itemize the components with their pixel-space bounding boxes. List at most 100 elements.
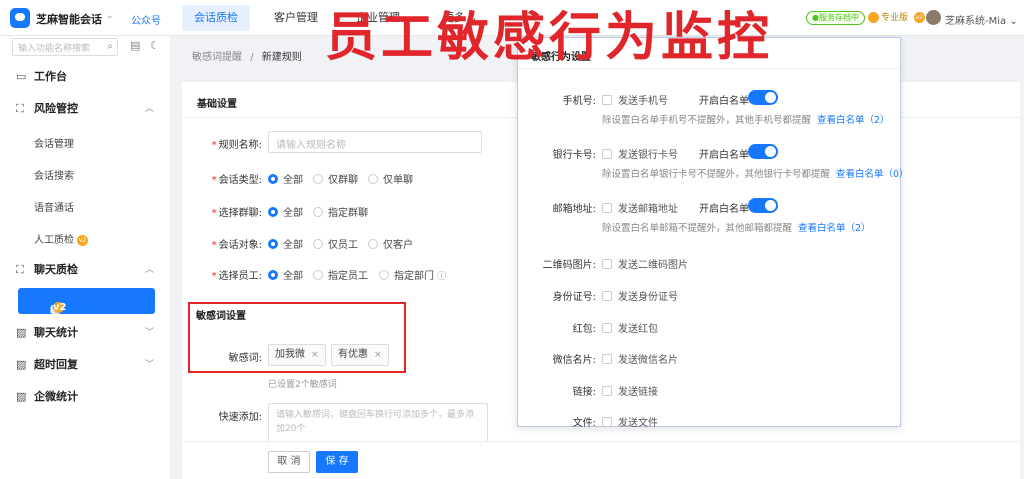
chevron-up-icon: ︿ [145, 265, 155, 275]
radio-employee-specified[interactable]: 指定员工 [313, 267, 368, 282]
qrcode-checkbox[interactable]: 发送二维码图片 [602, 256, 688, 271]
brand-name[interactable]: 芝麻智能会话 [36, 11, 102, 27]
phone-label: 手机号: [562, 96, 596, 107]
sidebar-item-workbench[interactable]: ▭ 工作台 [0, 62, 171, 92]
email-desc: 除设置白名单邮箱不提醒外，其他邮箱都提醒 查看白名单（2） [602, 220, 871, 234]
account-type-link[interactable]: 公众号 [131, 12, 161, 27]
checkbox-icon [602, 259, 612, 269]
sidebar-item-risk[interactable]: ⛶ 风险管控 ︿ [0, 94, 171, 124]
checkbox-icon [602, 386, 612, 396]
sidebar-item-chat-qc[interactable]: ⛶ 聊天质检 ︿ [0, 255, 171, 285]
plan-icon [868, 12, 879, 23]
idcard-checkbox[interactable]: 发送身份证号 [602, 288, 678, 303]
radio-icon [268, 207, 278, 217]
sidebar-sub-session-mgmt[interactable]: 会话管理 [34, 135, 74, 150]
bank-whitelist-label: 开启白名单 [699, 150, 749, 161]
search-input[interactable]: 输入功能名称搜索 ⌕ [12, 38, 118, 56]
checkbox-icon [602, 323, 612, 333]
radio-session-all[interactable]: 全部 [268, 171, 303, 186]
nav-tab-quality[interactable]: 会话质检 [182, 5, 250, 31]
phone-checkbox[interactable]: 发送手机号 [602, 92, 668, 107]
radio-group-specified[interactable]: 指定群聊 [313, 204, 368, 219]
checkbox-icon [602, 354, 612, 364]
email-whitelist-link[interactable]: 查看白名单（2） [798, 223, 871, 234]
checkbox-label: 发送红包 [618, 324, 658, 335]
sensitive-behavior-panel: 敏感行为设置 手机号: 发送手机号 开启白名单 除设置白名单手机号不提醒外，其他… [517, 37, 909, 429]
user-menu[interactable]: 芝麻系统-Mia ⌄ [945, 12, 1018, 27]
session-type-label-text: 会话类型: [218, 175, 262, 186]
radio-target-customer[interactable]: 仅客户 [368, 236, 413, 251]
radio-session-group[interactable]: 仅群聊 [313, 171, 358, 186]
phone-desc: 除设置白名单手机号不提醒外，其他手机号都提醒 查看白名单（2） [602, 112, 890, 126]
checkbox-label: 发送手机号 [618, 96, 668, 107]
close-icon[interactable]: × [311, 350, 319, 360]
bank-whitelist-toggle[interactable] [748, 144, 778, 159]
calendar-icon[interactable]: ▤ [130, 39, 140, 52]
sidebar: 输入功能名称搜索 ⌕ ▤ ☾ ▭ 工作台 ⛶ 风险管控 ︿ 会话管理 会话搜索 … [0, 36, 171, 479]
search-placeholder: 输入功能名称搜索 [18, 44, 91, 54]
radio-label: 全部 [283, 271, 303, 282]
target-label: * 会话对象: [211, 240, 262, 251]
clock-icon: ▨ [16, 358, 27, 371]
breadcrumb-sep: / [250, 52, 254, 63]
radio-group-all[interactable]: 全部 [268, 204, 303, 219]
breadcrumb-parent[interactable]: 敏感词提醒 [192, 52, 242, 63]
radio-session-single[interactable]: 仅单聊 [368, 171, 413, 186]
radio-icon [313, 207, 323, 217]
bank-desc: 除设置白名单银行卡号不提醒外，其他银行卡号都提醒 查看白名单（0） [602, 166, 909, 180]
moon-icon[interactable]: ☾ [150, 39, 160, 52]
checkbox-icon [602, 203, 612, 213]
chevron-down-icon[interactable]: ⌄ [106, 11, 114, 21]
sidebar-item-timeout[interactable]: ▨ 超时回复 ﹀ [0, 350, 171, 380]
chevron-down-icon: ﹀ [145, 360, 155, 370]
sidebar-sub-session-search[interactable]: 会话搜索 [34, 167, 74, 182]
nav-tab-customers[interactable]: 客户管理 [262, 5, 330, 31]
rule-name-input[interactable]: 请输入规则名称 [268, 131, 482, 153]
radio-target-all[interactable]: 全部 [268, 236, 303, 251]
plan-badge: 专业版 v2 [868, 10, 925, 23]
close-icon[interactable]: × [374, 350, 382, 360]
search-icon[interactable]: ⌕ [107, 41, 113, 52]
chart-icon: ▨ [16, 390, 27, 403]
radio-employee-dept[interactable]: 指定部门 ⓘ [379, 267, 446, 282]
sidebar-sub-voice-call[interactable]: 语音通话 [34, 199, 74, 214]
checkbox-label: 发送银行卡号 [618, 150, 678, 161]
link-checkbox[interactable]: 发送链接 [602, 383, 658, 398]
wechat-card-checkbox[interactable]: 发送微信名片 [602, 351, 678, 366]
sidebar-item-label: 企微统计 [34, 390, 78, 403]
checkbox-icon [602, 291, 612, 301]
sidebar-sub-manual-qc[interactable]: 人工质检 v2 [34, 231, 88, 246]
file-label: 文件: [572, 418, 596, 429]
rule-name-label-text: 规则名称: [218, 140, 262, 151]
quick-add-textarea[interactable]: 请输入敏感词，键盘回车换行可添加多个，最多添加20个 [268, 403, 488, 443]
bank-whitelist-link[interactable]: 查看白名单（0） [836, 169, 909, 180]
save-button[interactable]: 保 存 [316, 451, 358, 473]
bank-checkbox[interactable]: 发送银行卡号 [602, 146, 678, 161]
status-badge: ●服务存档中 [806, 11, 865, 25]
help-icon[interactable]: ⓘ [437, 272, 446, 282]
v2-badge: v2 [77, 234, 88, 246]
scan-icon: ⛶ [16, 102, 24, 115]
email-whitelist-toggle[interactable] [748, 198, 778, 213]
file-checkbox[interactable]: 发送文件 [602, 414, 658, 429]
phone-whitelist-toggle[interactable] [748, 90, 778, 105]
radio-icon [268, 270, 278, 280]
redpacket-checkbox[interactable]: 发送红包 [602, 320, 658, 335]
radio-employee-all[interactable]: 全部 [268, 267, 303, 282]
sidebar-item-chat-stats[interactable]: ▨ 聊天统计 ﹀ [0, 318, 171, 348]
phone-whitelist-link[interactable]: 查看白名单（2） [817, 115, 890, 126]
email-checkbox[interactable]: 发送邮箱地址 [602, 200, 678, 215]
avatar[interactable] [926, 10, 941, 25]
cancel-button[interactable]: 取 消 [268, 451, 310, 473]
sensitive-settings-title: 敏感词设置 [196, 311, 246, 322]
tag-label: 有优惠 [338, 349, 368, 360]
sidebar-sub-sensitive-words[interactable]: 敏感词提醒v2 [18, 288, 155, 377]
radio-icon [379, 270, 389, 280]
desc-text: 除设置白名单邮箱不提醒外，其他邮箱都提醒 [602, 223, 793, 234]
radio-label: 仅员工 [328, 240, 358, 251]
radio-target-staff[interactable]: 仅员工 [313, 236, 358, 251]
radio-icon [268, 174, 278, 184]
sidebar-item-label: 工作台 [34, 70, 67, 83]
sidebar-item-wecom-stats[interactable]: ▨ 企微统计 [0, 382, 171, 412]
employee-label: * 选择员工: [211, 271, 262, 282]
